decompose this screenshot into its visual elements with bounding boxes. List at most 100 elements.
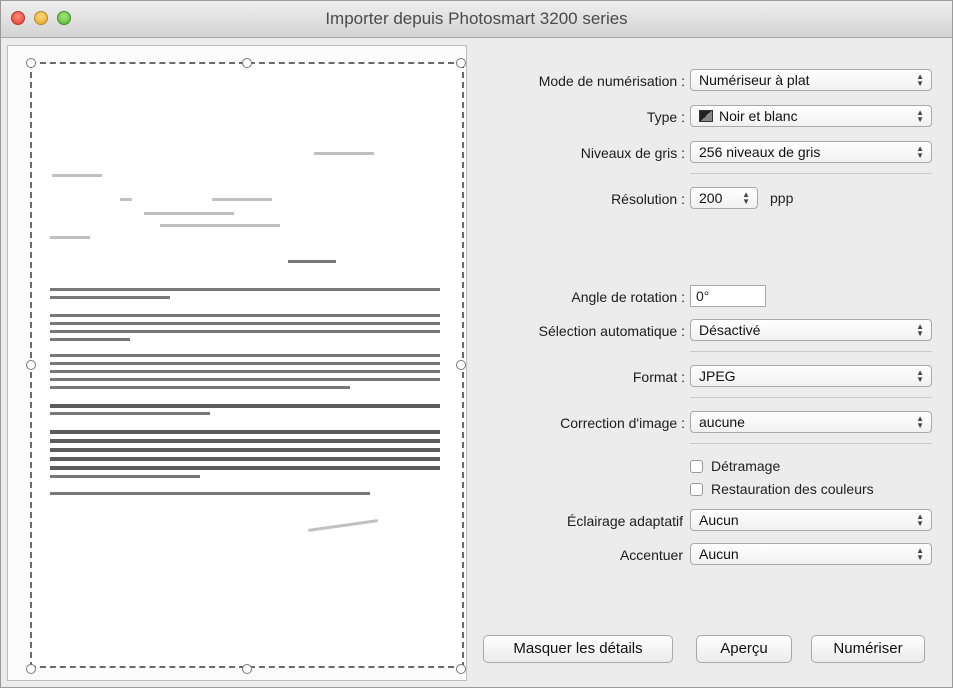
crop-handle-bottom[interactable] [242,664,252,674]
doc-text-line [50,362,440,365]
crop-handle-top-right[interactable] [456,58,466,68]
doc-text-line [50,475,200,478]
checkbox-box[interactable] [690,460,703,473]
doc-text-line [50,466,440,470]
crop-handle-bottom-left[interactable] [26,664,36,674]
doc-text-line [50,404,440,408]
doc-text-line [50,448,440,452]
doc-text-line [52,174,102,177]
crop-handle-bottom-right[interactable] [456,664,466,674]
rotation-row: Angle de rotation : 0° [477,285,947,311]
scan-preview-area[interactable] [7,45,467,681]
accentuer-select[interactable]: Aucun ▲ ▼ [690,543,932,565]
select-arrows-icon: ▲ ▼ [916,144,924,160]
doc-text-line [50,236,90,239]
autoselect-value: Désactivé [699,322,761,338]
doc-text-line [50,322,440,325]
correction-row: Correction d'image : aucune ▲ ▼ [477,411,947,437]
restauration-label: Restauration des couleurs [711,481,874,497]
crop-handle-right[interactable] [456,360,466,370]
mode-value: Numériseur à plat [699,72,810,88]
doc-text-line [50,386,350,389]
doc-text-line [144,212,234,215]
gray-row: Niveaux de gris : 256 niveaux de gris ▲ ▼ [477,141,947,167]
separator [690,397,932,398]
rotation-input[interactable]: 0° [690,285,766,307]
scanned-document-selection[interactable] [30,62,464,668]
doc-text-line [50,412,210,415]
accentuer-value: Aucun [699,546,739,562]
mode-select[interactable]: Numériseur à plat ▲ ▼ [690,69,932,91]
accentuer-row: Accentuer Aucun ▲ ▼ [477,543,947,569]
hide-details-button[interactable]: Masquer les détails [483,635,673,663]
doc-text-line [50,288,440,291]
rotation-label: Angle de rotation : [571,289,685,305]
doc-text-line [50,378,440,381]
doc-text-line [50,296,170,299]
autoselect-label: Sélection automatique : [538,323,685,339]
separator [690,173,932,174]
scan-settings-panel: Mode de numérisation : Numériseur à plat… [477,45,947,685]
select-arrows-icon: ▲ ▼ [916,414,924,430]
correction-label: Correction d'image : [560,415,685,431]
mode-row: Mode de numérisation : Numériseur à plat… [477,69,947,95]
doc-text-line [50,354,440,357]
scan-button[interactable]: Numériser [811,635,925,663]
preview-button[interactable]: Aperçu [696,635,792,663]
type-row: Type : Noir et blanc ▲ ▼ [477,105,947,131]
select-arrows-icon: ▲ ▼ [916,108,924,124]
black-white-icon [699,110,713,122]
correction-value: aucune [699,414,745,430]
type-label: Type : [646,109,685,125]
autoselect-row: Sélection automatique : Désactivé ▲ ▼ [477,319,947,345]
doc-text-line [50,338,130,341]
eclairage-label: Éclairage adaptatif [567,513,683,529]
title-bar: Importer depuis Photosmart 3200 series [1,1,952,38]
doc-text-line [120,198,132,201]
scan-window: Importer depuis Photosmart 3200 series M… [0,0,953,688]
doc-text-line [50,330,440,333]
checkbox-box[interactable] [690,483,703,496]
format-label: Format : [632,369,685,385]
crop-handle-top-left[interactable] [26,58,36,68]
separator [690,351,932,352]
crop-handle-left[interactable] [26,360,36,370]
select-arrows-icon: ▲ ▼ [916,72,924,88]
type-value: Noir et blanc [719,108,798,124]
resolution-row: Résolution : 200 ▲ ▼ ppp [477,187,947,213]
doc-text-line [50,457,440,461]
gray-select[interactable]: 256 niveaux de gris ▲ ▼ [690,141,932,163]
doc-text-line [314,152,374,155]
type-select[interactable]: Noir et blanc ▲ ▼ [690,105,932,127]
detramage-label: Détramage [711,458,781,474]
accentuer-label: Accentuer [619,547,683,563]
window-title: Importer depuis Photosmart 3200 series [325,9,628,28]
eclairage-row: Éclairage adaptatif Aucun ▲ ▼ [477,509,947,535]
doc-signature [308,519,378,532]
gray-label: Niveaux de gris : [580,145,685,161]
format-value: JPEG [699,368,736,384]
eclairage-value: Aucun [699,512,739,528]
format-row: Format : JPEG ▲ ▼ [477,365,947,391]
crop-handle-top[interactable] [242,58,252,68]
format-select[interactable]: JPEG ▲ ▼ [690,365,932,387]
autoselect-select[interactable]: Désactivé ▲ ▼ [690,319,932,341]
select-arrows-icon: ▲ ▼ [742,190,750,206]
doc-text-line [288,260,336,263]
correction-select[interactable]: aucune ▲ ▼ [690,411,932,433]
doc-text-line [50,439,440,443]
mode-label: Mode de numérisation : [538,73,685,89]
select-arrows-icon: ▲ ▼ [916,368,924,384]
resolution-value: 200 [699,190,723,206]
doc-text-line [50,370,440,373]
select-arrows-icon: ▲ ▼ [916,512,924,528]
doc-text-line [212,198,272,201]
resolution-label: Résolution : [611,191,685,207]
eclairage-select[interactable]: Aucun ▲ ▼ [690,509,932,531]
select-arrows-icon: ▲ ▼ [916,546,924,562]
resolution-combo[interactable]: 200 ▲ ▼ [690,187,758,209]
separator [690,443,932,444]
doc-text-line [50,492,370,495]
doc-text-line [50,430,440,434]
select-arrows-icon: ▲ ▼ [916,322,924,338]
